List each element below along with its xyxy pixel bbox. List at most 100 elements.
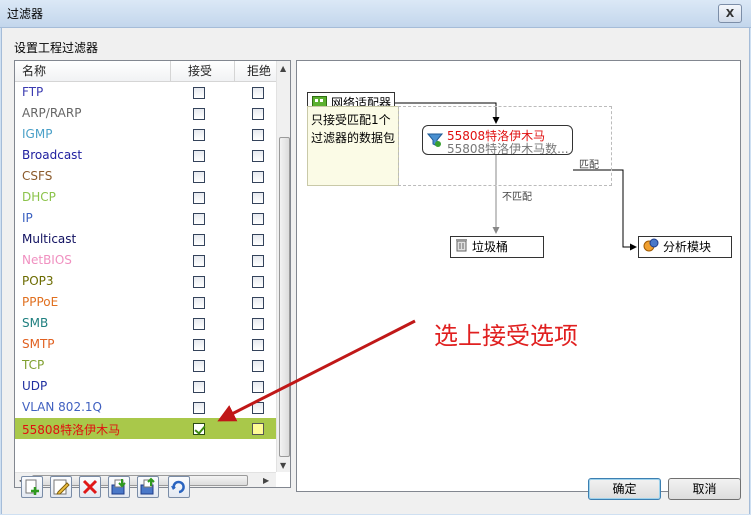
accept-checkbox[interactable] <box>193 213 205 225</box>
filter-name-label: UDP <box>22 379 48 393</box>
scroll-right-icon[interactable]: ▶ <box>263 476 269 485</box>
list-item[interactable]: PPPoE <box>15 292 276 313</box>
accept-checkbox[interactable] <box>193 339 205 351</box>
accept-checkbox[interactable] <box>193 171 205 183</box>
add-filter-button[interactable] <box>21 476 43 498</box>
reject-checkbox[interactable] <box>252 234 264 246</box>
accept-checkbox[interactable] <box>193 423 205 435</box>
list-item[interactable]: DHCP <box>15 187 276 208</box>
list-item[interactable]: VLAN 802.1Q <box>15 397 276 418</box>
list-item[interactable]: CSFS <box>15 166 276 187</box>
reject-checkbox[interactable] <box>252 276 264 288</box>
match-label: 匹配 <box>579 160 599 171</box>
list-header: 名称 接受 拒绝 <box>15 61 276 82</box>
reject-checkbox[interactable] <box>252 150 264 162</box>
accept-checkbox[interactable] <box>193 381 205 393</box>
analysis-label: 分析模块 <box>663 240 712 254</box>
column-name[interactable]: 名称 <box>22 61 46 82</box>
close-button[interactable]: X <box>718 4 742 23</box>
accept-checkbox[interactable] <box>193 276 205 288</box>
reject-checkbox[interactable] <box>252 423 264 435</box>
filter-diagram: 网络适配器 只接受匹配1个过滤器的数据包 55808特洛伊木马 55808特洛伊… <box>296 60 741 492</box>
accept-checkbox[interactable] <box>193 297 205 309</box>
filter-name-label: FTP <box>22 85 44 99</box>
accept-checkbox[interactable] <box>193 360 205 372</box>
filter-name-label: DHCP <box>22 190 56 204</box>
accept-checkbox[interactable] <box>193 87 205 99</box>
reject-checkbox[interactable] <box>252 297 264 309</box>
filter-name-label: IP <box>22 211 33 225</box>
list-item[interactable]: SMB <box>15 313 276 334</box>
accept-checkbox[interactable] <box>193 129 205 141</box>
scroll-down-icon[interactable]: ▼ <box>280 461 286 470</box>
list-item[interactable]: NetBIOS <box>15 250 276 271</box>
reject-checkbox[interactable] <box>252 213 264 225</box>
reject-checkbox[interactable] <box>252 171 264 183</box>
list-item[interactable]: SMTP <box>15 334 276 355</box>
refresh-icon <box>171 480 185 494</box>
column-accept[interactable]: 接受 <box>188 61 212 82</box>
reject-checkbox[interactable] <box>252 87 264 99</box>
column-reject[interactable]: 拒绝 <box>247 61 271 82</box>
filter-list[interactable]: 名称 接受 拒绝 FTP ARP/RARP IGMP Broadcast CSFS DHC… <box>14 60 291 488</box>
reject-checkbox[interactable] <box>252 318 264 330</box>
reject-checkbox[interactable] <box>252 108 264 120</box>
accept-checkbox[interactable] <box>193 318 205 330</box>
title-bar: 过滤器 X <box>0 0 751 28</box>
list-rows: FTP ARP/RARP IGMP Broadcast CSFS DHCP IP Multic… <box>15 82 276 439</box>
delete-icon <box>82 479 98 495</box>
accept-checkbox[interactable] <box>193 108 205 120</box>
list-item[interactable]: UDP <box>15 376 276 397</box>
import-icon <box>111 479 126 495</box>
edit-filter-button[interactable] <box>50 476 72 498</box>
accept-checkbox[interactable] <box>193 402 205 414</box>
list-item[interactable]: IP <box>15 208 276 229</box>
funnel-icon <box>426 132 444 151</box>
nomatch-label: 不匹配 <box>502 192 532 203</box>
list-item[interactable]: Broadcast <box>15 145 276 166</box>
list-item[interactable]: TCP <box>15 355 276 376</box>
reject-checkbox[interactable] <box>252 381 264 393</box>
trash-label: 垃圾桶 <box>472 240 509 254</box>
ok-button[interactable]: 确定 <box>588 478 661 500</box>
filter-name-label: POP3 <box>22 274 54 288</box>
vertical-scrollbar[interactable]: ▲ ▼ <box>276 61 290 472</box>
scroll-thumb[interactable] <box>279 137 290 457</box>
import-filter-button[interactable] <box>108 476 130 498</box>
accept-checkbox[interactable] <box>193 150 205 162</box>
filter-name-label: ARP/RARP <box>22 106 82 120</box>
accept-checkbox[interactable] <box>193 192 205 204</box>
reject-checkbox[interactable] <box>252 129 264 141</box>
reject-checkbox[interactable] <box>252 402 264 414</box>
refresh-filter-button[interactable] <box>168 476 190 498</box>
filter-name-label: CSFS <box>22 169 53 183</box>
list-item[interactable]: IGMP <box>15 124 276 145</box>
filter-name-label: Broadcast <box>22 148 83 162</box>
reject-checkbox[interactable] <box>252 339 264 351</box>
reject-checkbox[interactable] <box>252 360 264 372</box>
filter-node[interactable]: 55808特洛伊木马 55808特洛伊木马数... <box>422 125 573 155</box>
dialog-client: 设置工程过滤器 名称 接受 拒绝 FTP ARP/RARP IGMP Broadcas… <box>1 28 750 514</box>
list-item[interactable]: ARP/RARP <box>15 103 276 124</box>
accept-checkbox[interactable] <box>193 234 205 246</box>
list-item[interactable]: FTP <box>15 82 276 103</box>
trash-icon <box>455 238 468 258</box>
cancel-button[interactable]: 取消 <box>668 478 741 500</box>
filter-name-label: SMB <box>22 316 49 330</box>
list-item[interactable]: 55808特洛伊木马 <box>15 418 276 439</box>
filter-name-label: 55808特洛伊木马 <box>22 423 121 437</box>
analysis-node[interactable]: 分析模块 <box>638 236 732 258</box>
trash-node[interactable]: 垃圾桶 <box>450 236 544 258</box>
list-item[interactable]: Multicast <box>15 229 276 250</box>
reject-checkbox[interactable] <box>252 255 264 267</box>
list-item[interactable]: POP3 <box>15 271 276 292</box>
note-box: 只接受匹配1个过滤器的数据包 <box>307 106 399 186</box>
column-separator[interactable] <box>170 61 171 82</box>
column-separator[interactable] <box>234 61 235 82</box>
reject-checkbox[interactable] <box>252 192 264 204</box>
delete-filter-button[interactable] <box>79 476 101 498</box>
scroll-up-icon[interactable]: ▲ <box>280 64 286 73</box>
accept-checkbox[interactable] <box>193 255 205 267</box>
section-label: 设置工程过滤器 <box>14 41 99 55</box>
export-filter-button[interactable] <box>137 476 159 498</box>
